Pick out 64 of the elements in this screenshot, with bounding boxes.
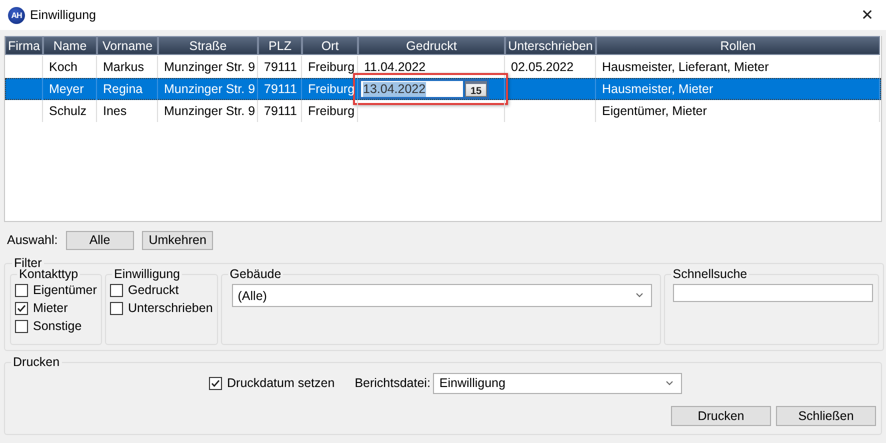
filter-checkbox[interactable]: Gedruckt — [110, 281, 213, 299]
table-cell: 79111 — [264, 82, 297, 96]
print-date-checkbox[interactable]: Druckdatum setzen — [209, 374, 335, 392]
group-title: Schnellsuche — [672, 267, 748, 281]
filter-checkbox[interactable]: Mieter — [15, 299, 97, 317]
print-button[interactable]: Drucken — [671, 406, 771, 426]
date-input-text: 13.04.2022 — [363, 82, 426, 96]
table-cell: Ines — [103, 104, 127, 118]
group-title: Filter — [13, 256, 42, 270]
column-header[interactable]: Straße — [158, 36, 258, 55]
close-button[interactable]: ✕ — [857, 6, 878, 24]
filter-checkbox[interactable]: Sonstige — [15, 317, 97, 335]
checkbox[interactable] — [15, 302, 28, 314]
column-header[interactable]: Name — [43, 36, 97, 55]
close-dialog-button[interactable]: Schließen — [776, 406, 876, 426]
select-all-button[interactable]: Alle — [66, 230, 134, 250]
table-cell: 79111 — [264, 60, 297, 74]
building-dropdown[interactable]: (Alle) — [232, 284, 652, 307]
table-cell: Regina — [103, 82, 143, 96]
table-row[interactable]: Schulz Ines Munzinger Str. 9 79111 Freiburg Eigentümer, Mieter — [5, 100, 881, 122]
table-cell: Munzinger Str. 9 — [164, 82, 256, 96]
table-cell: Schulz — [49, 104, 87, 118]
filter-checkbox[interactable]: Unterschrieben — [110, 299, 213, 317]
checkbox[interactable] — [15, 320, 28, 332]
table-cell: Munzinger Str. 9 — [164, 60, 256, 74]
filter-checkbox[interactable]: Eigentümer — [15, 281, 97, 299]
table-cell: Freiburg — [308, 60, 355, 74]
table-cell: 79111 — [264, 104, 297, 118]
checkbox[interactable] — [209, 376, 222, 390]
checkbox[interactable] — [110, 284, 123, 296]
dropdown-value: (Alle) — [238, 288, 267, 302]
column-header[interactable]: Gedruckt — [358, 36, 505, 55]
invert-button[interactable]: Umkehren — [142, 230, 214, 250]
checkbox[interactable] — [110, 302, 123, 314]
report-file-dropdown[interactable]: Einwilligung — [433, 372, 682, 394]
calendar-button[interactable]: 15 — [465, 81, 487, 97]
column-header[interactable]: Unterschrieben — [505, 36, 596, 55]
column-header[interactable]: Rollen — [596, 36, 880, 55]
app-logo: AH — [8, 6, 25, 24]
table-cell: Hausmeister, Lieferant, Mieter — [602, 60, 769, 74]
checkbox[interactable] — [15, 284, 28, 296]
table-cell: Eigentümer, Mieter — [602, 104, 707, 118]
table-cell: Freiburg — [308, 104, 355, 118]
selection-label: Auswahl: — [7, 233, 58, 247]
table-cell: Koch — [49, 60, 78, 74]
window-title: Einwilligung — [30, 8, 98, 22]
dropdown-value: Einwilligung — [439, 376, 506, 390]
table-cell: 02.05.2022 — [511, 60, 574, 74]
group-title: Einwilligung — [113, 267, 182, 281]
column-header[interactable]: Firma — [5, 36, 43, 55]
search-field[interactable] — [672, 284, 873, 302]
report-file-label: Berichtsdatei: — [354, 376, 430, 390]
group-title: Gebäude — [228, 267, 282, 281]
table-cell: Munzinger Str. 9 — [164, 104, 256, 118]
table-cell: Markus — [103, 60, 144, 74]
group-title: Drucken — [12, 355, 61, 369]
table-cell: Hausmeister, Mieter — [602, 82, 714, 96]
date-picker[interactable]: 13.04.2022 15 — [359, 79, 489, 99]
column-header[interactable]: Ort — [302, 36, 358, 55]
table-cell: Meyer — [49, 82, 84, 96]
column-header[interactable]: PLZ — [258, 36, 302, 55]
table-cell: 11.04.2022 — [364, 60, 426, 74]
column-header[interactable]: Vorname — [97, 36, 158, 55]
group-title: Kontakttyp — [19, 267, 80, 281]
